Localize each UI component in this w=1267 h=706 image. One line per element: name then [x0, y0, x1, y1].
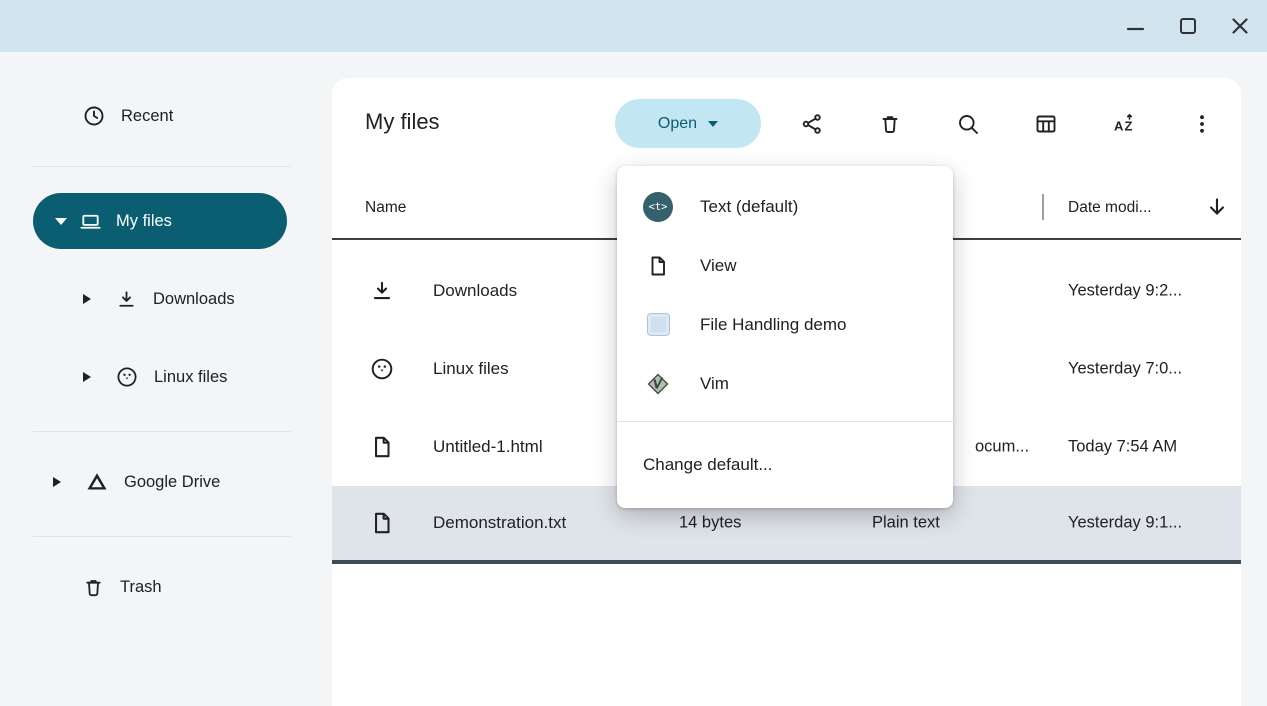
trash-icon [878, 112, 902, 136]
file-icon [369, 510, 395, 536]
grid-view-icon [1034, 112, 1058, 136]
menu-item-file-handling-demo[interactable]: File Handling demo [617, 295, 953, 354]
sidebar-item-label: Downloads [153, 290, 235, 309]
column-header-name[interactable]: Name [365, 199, 406, 217]
chevron-down-icon [708, 121, 718, 127]
download-icon [369, 278, 395, 304]
share-icon [800, 112, 824, 136]
sidebar-item-label: Recent [121, 107, 173, 126]
minimize-icon [1124, 14, 1148, 38]
chevron-right-icon[interactable] [53, 477, 61, 487]
google-drive-icon [85, 470, 109, 494]
expand-caret-icon[interactable] [55, 218, 67, 225]
menu-item-label: Change default... [643, 455, 772, 475]
file-name: Demonstration.txt [433, 513, 566, 533]
sidebar-item-linux-files[interactable]: Linux files [33, 353, 287, 401]
file-handling-app-icon [643, 313, 673, 336]
document-icon [643, 254, 673, 278]
menu-item-view[interactable]: View [617, 236, 953, 295]
grid-view-button[interactable] [1026, 104, 1066, 144]
sidebar-item-recent[interactable]: Recent [33, 92, 287, 140]
clock-icon [82, 104, 106, 128]
search-icon [956, 112, 980, 136]
penguin-icon [115, 365, 139, 389]
delete-button[interactable] [870, 104, 910, 144]
more-options-button[interactable] [1182, 104, 1222, 144]
chevron-right-icon[interactable] [83, 372, 91, 382]
column-header-date-modified[interactable]: Date modi... [1068, 199, 1152, 217]
sidebar-item-trash[interactable]: Trash [33, 563, 287, 611]
menu-item-vim[interactable]: Vim [617, 354, 953, 413]
separator [33, 431, 291, 432]
menu-item-label: Vim [700, 374, 729, 394]
close-icon [1228, 14, 1252, 38]
svg-text:A: A [1114, 119, 1124, 134]
maximize-icon [1176, 14, 1200, 38]
trash-icon [82, 576, 105, 599]
menu-item-label: Text (default) [700, 197, 798, 217]
page-title: My files [365, 109, 440, 135]
file-date: Yesterday 7:0... [1068, 360, 1182, 379]
menu-item-change-default[interactable]: Change default... [617, 422, 953, 508]
sidebar-item-label: Trash [120, 578, 162, 597]
file-date: Yesterday 9:1... [1068, 514, 1182, 533]
open-button[interactable]: Open [615, 99, 761, 148]
file-date: Yesterday 9:2... [1068, 282, 1182, 301]
file-date: Today 7:54 AM [1068, 438, 1177, 457]
separator [33, 166, 291, 167]
download-icon [115, 288, 138, 311]
sidebar-item-downloads[interactable]: Downloads [33, 275, 287, 323]
file-type: ocum... [975, 438, 1029, 457]
kebab-menu-icon [1190, 112, 1214, 136]
svg-text:Z: Z [1125, 119, 1133, 134]
search-button[interactable] [948, 104, 988, 144]
column-resize-handle[interactable] [1042, 194, 1044, 220]
text-app-icon: <t> [643, 192, 673, 222]
sort-direction-button[interactable] [1204, 194, 1230, 225]
penguin-icon [369, 356, 395, 382]
titlebar [0, 0, 1267, 52]
sidebar-item-my-files[interactable]: My files [33, 193, 287, 249]
minimize-button[interactable] [1124, 14, 1148, 38]
file-name: Untitled-1.html [433, 437, 543, 457]
laptop-icon [79, 210, 102, 233]
sidebar-item-label: Google Drive [124, 473, 220, 492]
share-button[interactable] [792, 104, 832, 144]
sort-az-icon: A Z [1112, 112, 1136, 136]
sort-button[interactable]: A Z [1104, 104, 1144, 144]
file-name: Linux files [433, 359, 509, 379]
open-with-menu: <t> Text (default) View File Handling de… [617, 166, 953, 508]
file-icon [369, 434, 395, 460]
close-button[interactable] [1228, 14, 1252, 38]
sidebar-item-label: My files [116, 212, 172, 231]
file-name: Downloads [433, 281, 517, 301]
menu-item-text-default[interactable]: <t> Text (default) [617, 177, 953, 236]
sidebar-item-label: Linux files [154, 368, 227, 387]
file-size: 14 bytes [679, 514, 741, 533]
separator [33, 536, 291, 537]
menu-item-label: View [700, 256, 737, 276]
file-type: Plain text [872, 514, 940, 533]
vim-app-icon [643, 372, 673, 396]
arrow-down-icon [1204, 194, 1230, 220]
files-app-window: Recent My files Downloads Linux files [0, 0, 1267, 706]
maximize-button[interactable] [1176, 14, 1200, 38]
menu-item-label: File Handling demo [700, 315, 846, 335]
sidebar-item-google-drive[interactable]: Google Drive [33, 458, 287, 506]
chevron-right-icon[interactable] [83, 294, 91, 304]
